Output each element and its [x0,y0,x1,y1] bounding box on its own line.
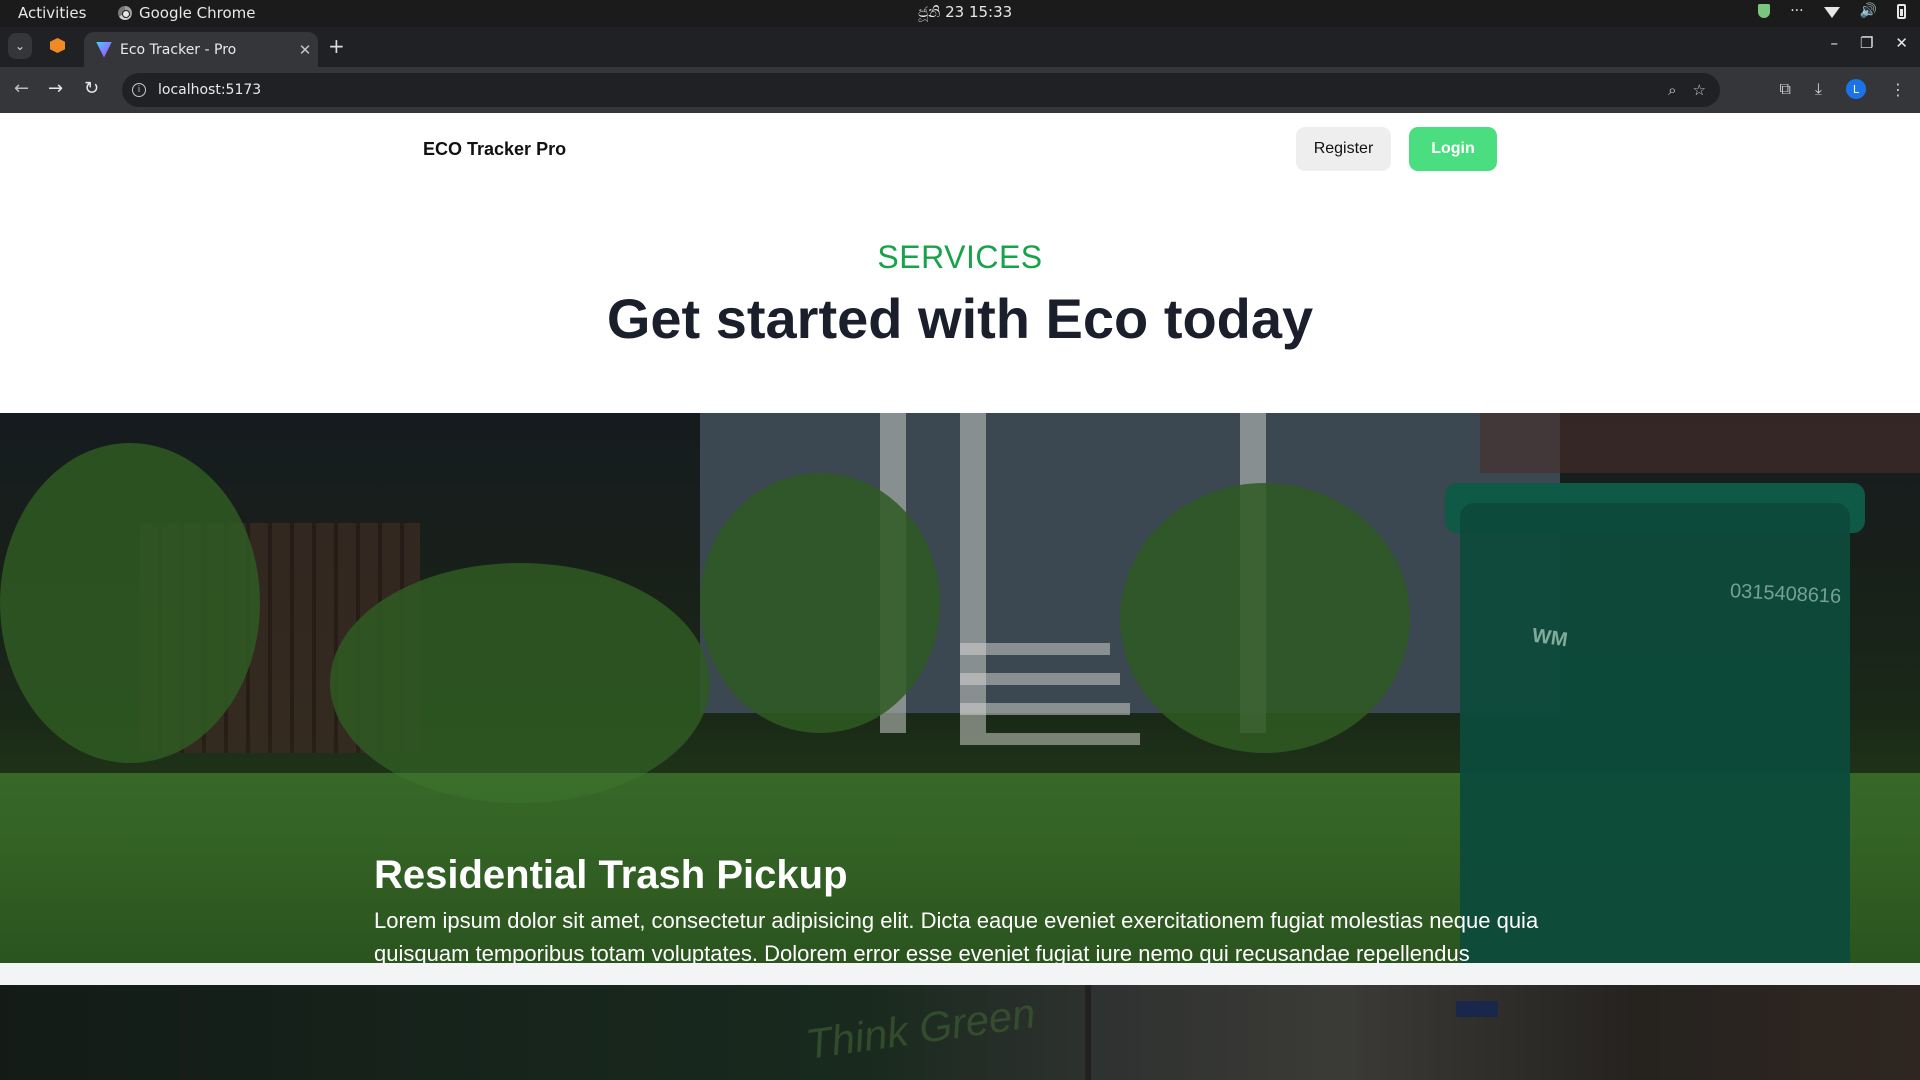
bush [1120,483,1410,753]
services-heading: Get started with Eco today [606,287,1314,350]
porch-step [960,643,1110,655]
site-navbar: ECO Tracker Pro Register Login [0,113,1920,183]
porch-column [960,413,986,733]
tab-search-button[interactable]: ⌄ [8,33,32,59]
site-info-icon[interactable]: i [132,83,146,97]
tab-strip: ⌄ Eco Tracker - Pro ✕ + – ❐ ✕ [0,27,1920,67]
tab-close-icon[interactable]: ✕ [292,41,318,59]
activities-button[interactable]: Activities [18,4,86,22]
wifi-icon[interactable] [1823,7,1840,18]
neighbor-roof [1480,413,1920,473]
system-tray[interactable]: ··· 🔊 [1758,3,1906,19]
os-top-bar: Activities Google Chrome ජූනි 23 15:33 ·… [0,0,1920,27]
volume-icon[interactable]: 🔊 [1860,3,1877,19]
app-menu[interactable]: Google Chrome [118,4,256,22]
card-overlay [0,985,1920,1080]
back-icon[interactable]: ← [14,78,29,100]
close-window-icon[interactable]: ✕ [1895,34,1908,52]
card-background-photo: 0315408616 WM [0,413,1920,963]
extensions-puzzle-icon[interactable]: ⧉ [1779,79,1790,99]
toolbar-actions: ⧉ ⤓ L ⋮ [1779,79,1906,99]
service-card-description: Lorem ipsum dolor sit amet, consectetur … [374,908,1539,963]
bush [700,473,940,733]
new-tab-button[interactable]: + [328,34,345,58]
reload-icon[interactable]: ↻ [84,78,99,100]
zoom-icon[interactable]: ⌕ [1668,81,1676,99]
vite-favicon-icon [96,41,112,58]
service-card-residential[interactable]: 0315408616 WM Residential Trash Pickup L… [0,413,1920,963]
card-divider [0,963,1920,987]
shield-icon[interactable] [1758,4,1771,18]
more-indicators-icon[interactable]: ··· [1790,3,1803,19]
web-page: ECO Tracker Pro Register Login SERVICES … [0,113,1920,1080]
battery-icon[interactable] [1897,3,1906,19]
bookmark-star-icon[interactable]: ☆ [1693,81,1706,99]
chevron-down-icon: ⌄ [14,39,26,53]
porch-step [960,703,1130,715]
restore-icon[interactable]: ❐ [1860,34,1873,52]
pinned-tab[interactable] [50,38,66,54]
register-button[interactable]: Register [1296,127,1391,171]
browser-toolbar: ← → ↻ i localhost:5173 ⌕ ☆ ⧉ ⤓ L ⋮ [0,67,1920,113]
services-eyebrow: SERVICES [877,239,1043,275]
porch-step [960,733,1140,745]
brand-logo-text[interactable]: ECO Tracker Pro [423,139,566,160]
url-text[interactable]: localhost:5173 [158,82,1668,98]
service-card-title: Residential Trash Pickup [374,853,848,897]
trash-bin [1460,503,1850,963]
bush [330,563,710,803]
chrome-icon [118,6,132,20]
service-card-next[interactable]: Think Green [0,985,1920,1080]
window-controls: – ❐ ✕ [1830,34,1908,52]
clock[interactable]: ජූනි 23 15:33 [918,3,1012,21]
tab-title: Eco Tracker - Pro [120,41,237,58]
download-icon[interactable]: ⤓ [1815,79,1822,99]
porch-step [960,673,1120,685]
address-bar[interactable]: i localhost:5173 ⌕ ☆ [122,73,1720,107]
bin-logo: WM [1530,624,1569,652]
extension-hexagon-icon [50,38,65,53]
tab-eco-tracker[interactable]: Eco Tracker - Pro ✕ [84,32,318,67]
login-button[interactable]: Login [1409,127,1497,171]
app-name: Google Chrome [139,4,256,22]
kebab-menu-icon[interactable]: ⋮ [1890,80,1906,99]
forward-icon[interactable]: → [48,78,63,100]
minimize-icon[interactable]: – [1830,34,1838,52]
tree-foliage [0,443,260,763]
profile-avatar[interactable]: L [1846,79,1866,99]
